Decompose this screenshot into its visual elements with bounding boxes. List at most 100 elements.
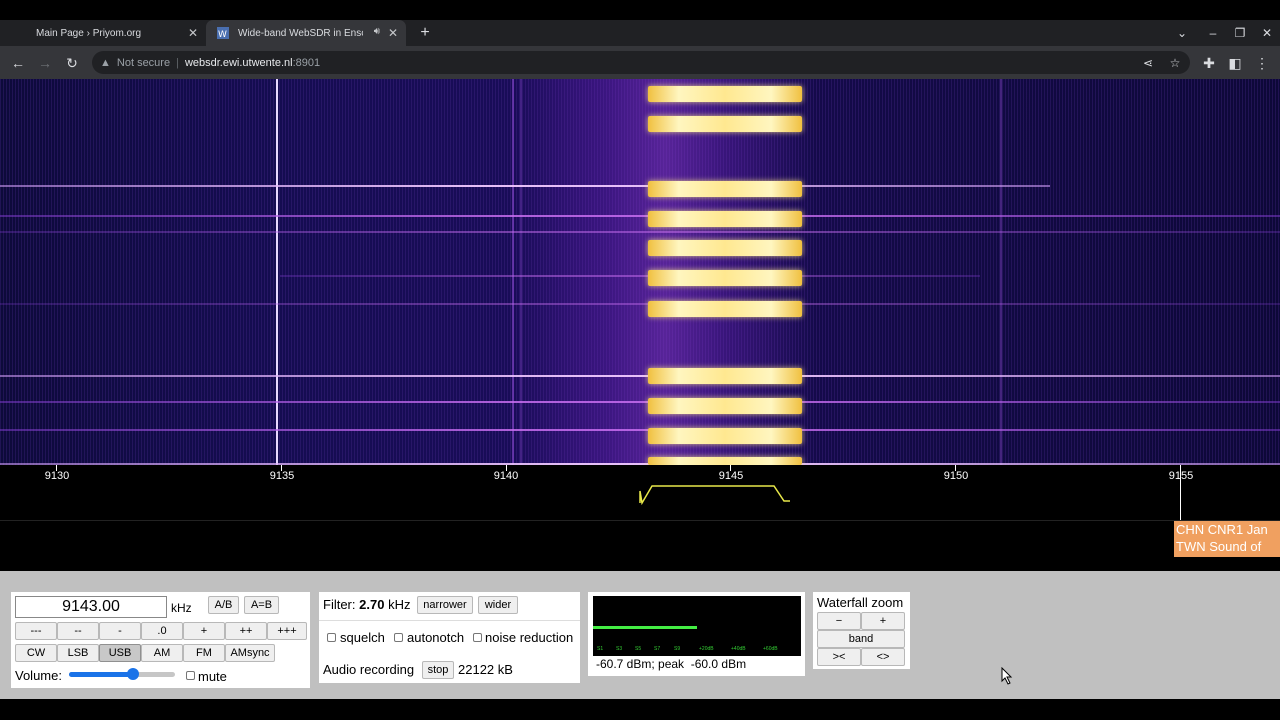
reload-icon[interactable]: ↻ — [62, 53, 82, 73]
passband-indicator[interactable] — [638, 483, 792, 505]
noise-reduction-checkbox[interactable] — [473, 633, 482, 642]
tab-search-chevron-icon[interactable]: ⌄ — [1173, 24, 1191, 42]
step-up-3-button[interactable]: +++ — [267, 622, 307, 640]
frequency-unit: kHz — [171, 601, 192, 615]
zoom-out-button[interactable]: − — [817, 612, 861, 630]
address-bar[interactable]: ▲ Not secure | websdr.ewi.utwente.nl :89… — [92, 51, 1190, 74]
frequency-input[interactable]: 9143.00 — [15, 596, 167, 618]
signal-burst — [648, 211, 802, 227]
waterfall-display[interactable] — [0, 79, 1280, 465]
horizontal-trace — [0, 303, 1280, 305]
volume-thumb[interactable] — [126, 668, 139, 680]
mode-lsb-button[interactable]: LSB — [57, 644, 99, 662]
svg-text:W: W — [218, 30, 227, 40]
audio-recording-label: Audio recording — [323, 662, 415, 677]
noise-reduction-label: noise reduction — [485, 630, 574, 645]
extensions-puzzle-icon[interactable]: ✚ — [1199, 53, 1219, 73]
frequency-scale[interactable]: 9130 9135 9140 9145 9150 9155 — [0, 465, 1280, 521]
step-down-3-button[interactable]: --- — [15, 622, 57, 640]
smeter-mark: +40dB — [731, 646, 746, 652]
wider-button[interactable]: wider — [478, 596, 518, 614]
signal-burst — [648, 240, 802, 256]
step-up-1-button[interactable]: + — [183, 622, 225, 640]
step-up-2-button[interactable]: ++ — [225, 622, 267, 640]
waterfall-zoom-panel: Waterfall zoom − + band >< <> — [813, 592, 910, 669]
step-down-2-button[interactable]: -- — [57, 622, 99, 640]
speaker-icon[interactable]: 🔊︎ — [374, 26, 380, 37]
zoom-in-button[interactable]: + — [861, 612, 905, 630]
autonotch-checkbox[interactable] — [394, 633, 403, 642]
squelch-label: squelch — [340, 630, 385, 645]
menu-kebab-icon[interactable]: ⋮ — [1252, 53, 1272, 73]
side-panel-icon[interactable]: ◧ — [1225, 53, 1245, 73]
restore-icon[interactable]: ❐ — [1231, 24, 1249, 42]
new-tab-plus-icon[interactable]: + — [416, 24, 434, 42]
signal-level-bar — [593, 626, 697, 629]
control-area: 9143.00 kHz A/B A=B --- -- - .0 + ++ +++… — [0, 571, 1280, 699]
horizontal-trace — [0, 375, 1280, 377]
a-equals-b-button[interactable]: A=B — [244, 596, 279, 614]
tab-websdr[interactable]: W Wide-band WebSDR in Ensch 🔊︎ ✕ — [206, 20, 406, 46]
divider — [319, 620, 580, 621]
mode-fm-button[interactable]: FM — [183, 644, 225, 662]
narrower-button[interactable]: narrower — [417, 596, 473, 614]
bookmark-star-icon[interactable]: ☆ — [1167, 55, 1183, 71]
mute-label: mute — [198, 669, 227, 684]
station-label-line: CHN CNR1 Jan — [1176, 522, 1268, 537]
tab-strip: Main Page › Priyom.org ✕ W Wide-band Web… — [0, 20, 1280, 46]
smeter-mark: S5 — [635, 646, 642, 652]
websdr-favicon-icon: W — [216, 26, 230, 40]
zoom-title: Waterfall zoom — [817, 595, 904, 610]
tick-label: 9150 — [943, 470, 969, 482]
smeter-mark: S7 — [654, 646, 661, 652]
station-label[interactable]: CHN CNR1 Jan TWN Sound of — [1174, 521, 1280, 557]
mouse-pointer-icon — [1001, 667, 1013, 685]
filter-label: Filter: — [323, 597, 356, 612]
signal-meter: S1 S3 S5 S7 S9 +20dB +40dB +60dB — [593, 596, 801, 656]
security-label: Not secure — [116, 56, 171, 69]
tick-label: 9135 — [269, 470, 295, 482]
signal-burst — [648, 428, 802, 444]
forward-arrow-icon[interactable]: → — [35, 53, 55, 73]
tick-label: 9130 — [44, 470, 70, 482]
mode-amsync-button[interactable]: AMsync — [225, 644, 275, 662]
step-down-1-button[interactable]: - — [99, 622, 141, 640]
close-icon[interactable]: ✕ — [186, 26, 200, 40]
warning-triangle-icon: ▲ — [100, 56, 111, 69]
close-icon[interactable]: ✕ — [386, 26, 400, 40]
horizontal-trace — [0, 429, 1280, 431]
vertical-trace — [1000, 79, 1002, 465]
smeter-readout: -60.7 dBm; peak -60.0 dBm — [596, 657, 747, 671]
tab-priyom[interactable]: Main Page › Priyom.org ✕ — [14, 20, 206, 46]
url-host: websdr.ewi.utwente.nl — [184, 56, 293, 69]
tab-title: Main Page › Priyom.org — [36, 27, 142, 39]
mute-checkbox[interactable] — [186, 671, 195, 680]
zoom-band-button[interactable]: band — [817, 630, 905, 648]
tick-label: 9155 — [1168, 470, 1194, 482]
signal-burst — [648, 398, 802, 414]
frequency-cursor-line — [1180, 465, 1181, 521]
smeter-mark: +20dB — [699, 646, 714, 652]
tick-label: 9140 — [493, 470, 519, 482]
back-arrow-icon[interactable]: ← — [8, 53, 28, 73]
url-port: :8901 — [292, 56, 321, 69]
mode-cw-button[interactable]: CW — [15, 644, 57, 662]
share-icon[interactable]: ⋖ — [1140, 55, 1156, 71]
browser-toolbar: ← → ↻ ▲ Not secure | websdr.ewi.utwente.… — [0, 46, 1280, 79]
ab-button[interactable]: A/B — [208, 596, 239, 614]
round-button[interactable]: .0 — [141, 622, 183, 640]
stop-recording-button[interactable]: stop — [422, 661, 454, 679]
zoom-wide-button[interactable]: <> — [861, 648, 905, 666]
zoom-narrow-button[interactable]: >< — [817, 648, 861, 666]
horizontal-trace — [0, 215, 1280, 217]
mode-am-button[interactable]: AM — [141, 644, 183, 662]
volume-slider[interactable] — [69, 668, 175, 680]
window-close-icon[interactable]: ✕ — [1258, 24, 1276, 42]
squelch-checkbox[interactable] — [327, 633, 336, 642]
mode-usb-button[interactable]: USB — [99, 644, 141, 662]
frequency-panel: 9143.00 kHz A/B A=B --- -- - .0 + ++ +++… — [11, 592, 310, 688]
filter-readout: Filter: 2.70 kHz — [323, 597, 410, 612]
horizontal-trace — [280, 275, 980, 277]
minimize-icon[interactable]: – — [1204, 24, 1222, 42]
horizontal-trace — [0, 401, 1280, 403]
